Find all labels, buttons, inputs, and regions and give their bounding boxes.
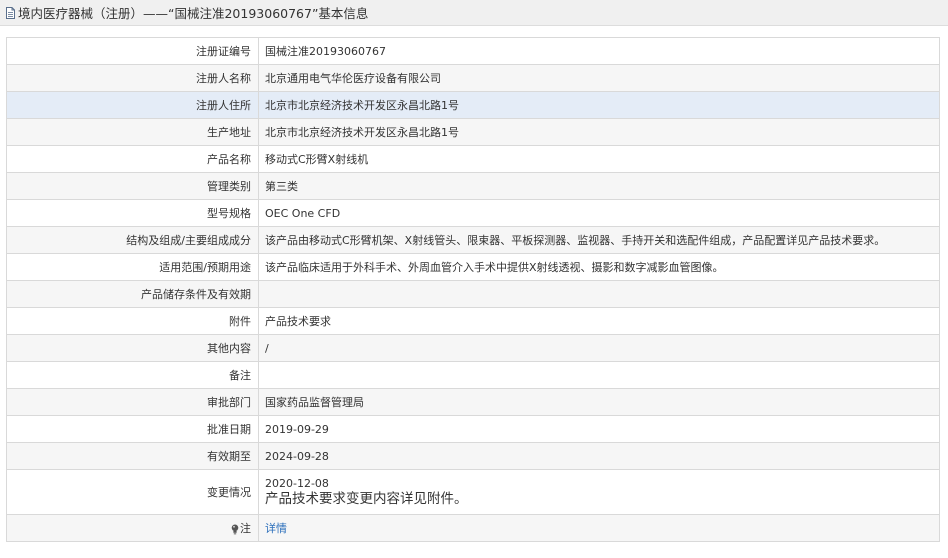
row-label: 审批部门 — [6, 388, 259, 416]
table-row: 审批部门 国家药品监督管理局 — [6, 388, 940, 416]
table-row: 适用范围/预期用途 该产品临床适用于外科手术、外周血管介入手术中提供X射线透视、… — [6, 253, 940, 281]
row-label: 备注 — [6, 361, 259, 389]
row-value: 北京市北京经济技术开发区永昌北路1号 — [258, 118, 940, 146]
row-value: 2024-09-28 — [258, 442, 940, 470]
table-row: 生产地址 北京市北京经济技术开发区永昌北路1号 — [6, 118, 940, 146]
row-label: 有效期至 — [6, 442, 259, 470]
table-row: 管理类别 第三类 — [6, 172, 940, 200]
row-label: 附件 — [6, 307, 259, 335]
table-row: 批准日期 2019-09-29 — [6, 415, 940, 443]
row-label: 注册证编号 — [6, 37, 259, 65]
row-value: 产品技术要求 — [258, 307, 940, 335]
row-label: 生产地址 — [6, 118, 259, 146]
table-row: 结构及组成/主要组成成分 该产品由移动式C形臂机架、X射线管头、限束器、平板探测… — [6, 226, 940, 254]
details-link[interactable]: 详情 — [265, 522, 287, 535]
table-row: 型号规格 OEC One CFD — [6, 199, 940, 227]
row-value — [258, 280, 940, 308]
row-label: 产品储存条件及有效期 — [6, 280, 259, 308]
row-label: 注册人名称 — [6, 64, 259, 92]
row-value: / — [258, 334, 940, 362]
row-label: 结构及组成/主要组成成分 — [6, 226, 259, 254]
row-value: 国家药品监督管理局 — [258, 388, 940, 416]
table-row-note: 注 详情 — [6, 514, 940, 542]
row-value: 该产品临床适用于外科手术、外周血管介入手术中提供X射线透视、摄影和数字减影血管图… — [258, 253, 940, 281]
table-row: 附件 产品技术要求 — [6, 307, 940, 335]
change-text: 产品技术要求变更内容详见附件。 — [265, 491, 468, 507]
table-row: 产品名称 移动式C形臂X射线机 — [6, 145, 940, 173]
note-value: 详情 — [258, 514, 940, 542]
row-value — [258, 361, 940, 389]
info-table: 注册证编号 国械注准20193060767 注册人名称 北京通用电气华伦医疗设备… — [6, 37, 940, 542]
row-value: 移动式C形臂X射线机 — [258, 145, 940, 173]
document-icon — [6, 6, 15, 19]
row-label: 产品名称 — [6, 145, 259, 173]
table-row: 注册证编号 国械注准20193060767 — [6, 37, 940, 65]
change-cell: 2020-12-08 产品技术要求变更内容详见附件。 — [258, 469, 940, 515]
table-row: 有效期至 2024-09-28 — [6, 442, 940, 470]
row-label: 注册人住所 — [6, 91, 259, 119]
note-label: 注 — [240, 522, 251, 535]
page-title: 境内医疗器械（注册）——“国械注准20193060767”基本信息 — [18, 6, 369, 21]
page-header: 境内医疗器械（注册）——“国械注准20193060767”基本信息 — [0, 0, 948, 26]
row-value: 该产品由移动式C形臂机架、X射线管头、限束器、平板探测器、监视器、手持开关和选配… — [258, 226, 940, 254]
row-label: 其他内容 — [6, 334, 259, 362]
table-row: 其他内容 / — [6, 334, 940, 362]
table-row: 产品储存条件及有效期 — [6, 280, 940, 308]
lightbulb-icon — [231, 524, 239, 534]
change-date: 2020-12-08 — [265, 477, 329, 490]
row-label: 批准日期 — [6, 415, 259, 443]
row-value: 国械注准20193060767 — [258, 37, 940, 65]
row-label: 变更情况 — [6, 469, 259, 515]
row-value: 北京通用电气华伦医疗设备有限公司 — [258, 64, 940, 92]
row-label: 型号规格 — [6, 199, 259, 227]
row-value: 第三类 — [258, 172, 940, 200]
table-row-change: 变更情况 2020-12-08 产品技术要求变更内容详见附件。 — [6, 469, 940, 515]
row-value: 北京市北京经济技术开发区永昌北路1号 — [258, 91, 940, 119]
row-value: 2019-09-29 — [258, 415, 940, 443]
row-label: 适用范围/预期用途 — [6, 253, 259, 281]
row-value: OEC One CFD — [258, 199, 940, 227]
row-label: 管理类别 — [6, 172, 259, 200]
table-row: 注册人住所 北京市北京经济技术开发区永昌北路1号 — [6, 91, 940, 119]
table-row: 备注 — [6, 361, 940, 389]
note-label-cell: 注 — [6, 514, 259, 542]
table-row: 注册人名称 北京通用电气华伦医疗设备有限公司 — [6, 64, 940, 92]
